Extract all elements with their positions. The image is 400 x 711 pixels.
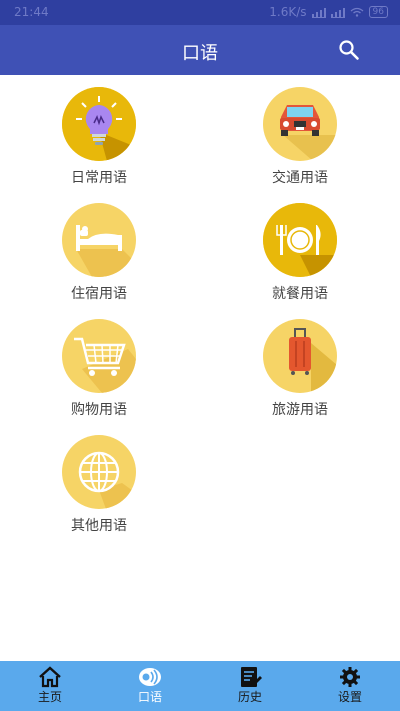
- bed-icon: [62, 203, 136, 277]
- search-icon[interactable]: [338, 39, 360, 61]
- category-label: 旅游用语: [272, 402, 328, 418]
- suitcase-icon: [263, 319, 337, 393]
- tab-label: 历史: [237, 690, 262, 704]
- shopping-cart-icon: [62, 319, 136, 393]
- battery-icon: 96: [368, 6, 388, 18]
- category-transport[interactable]: 交通用语: [230, 87, 370, 187]
- category-label: 就餐用语: [272, 286, 328, 302]
- wifi-icon: [350, 7, 363, 17]
- tab-label: 主页: [37, 690, 62, 704]
- plate-icon: [263, 203, 337, 277]
- category-travel[interactable]: 旅游用语: [230, 319, 370, 419]
- tab-home[interactable]: 主页: [0, 661, 100, 711]
- status-bar: 21:44 1.6K/s 96: [0, 0, 400, 25]
- gear-icon: [340, 667, 360, 687]
- home-icon: [39, 666, 61, 688]
- signal-icon: [330, 7, 345, 18]
- bottom-tab-bar: 主页 口语 历史 设置: [0, 661, 400, 711]
- signal-icon: [311, 7, 326, 18]
- category-label: 住宿用语: [71, 286, 127, 302]
- category-other[interactable]: 其他用语: [29, 435, 169, 535]
- lightbulb-icon: [62, 87, 136, 161]
- tab-label: 口语: [137, 690, 162, 704]
- category-label: 购物用语: [71, 402, 127, 418]
- speech-icon: [139, 668, 161, 686]
- category-daily[interactable]: 日常用语: [29, 87, 169, 187]
- net-speed: 1.6K/s: [269, 5, 307, 19]
- category-lodging[interactable]: 住宿用语: [29, 203, 169, 303]
- category-shopping[interactable]: 购物用语: [29, 319, 169, 419]
- status-time: 21:44: [14, 5, 49, 19]
- category-label: 其他用语: [71, 518, 127, 534]
- tab-settings[interactable]: 设置: [300, 661, 400, 711]
- category-dining[interactable]: 就餐用语: [230, 203, 370, 303]
- status-right: 1.6K/s 96: [269, 5, 388, 19]
- tab-label: 设置: [337, 690, 362, 704]
- globe-icon: [62, 435, 136, 509]
- car-icon: [263, 87, 337, 161]
- category-label: 日常用语: [71, 170, 127, 186]
- tab-history[interactable]: 历史: [200, 661, 300, 711]
- app-bar: 口语: [0, 25, 400, 75]
- notebook-icon: [241, 667, 262, 687]
- category-label: 交通用语: [272, 170, 328, 186]
- tab-speaking[interactable]: 口语: [100, 661, 200, 711]
